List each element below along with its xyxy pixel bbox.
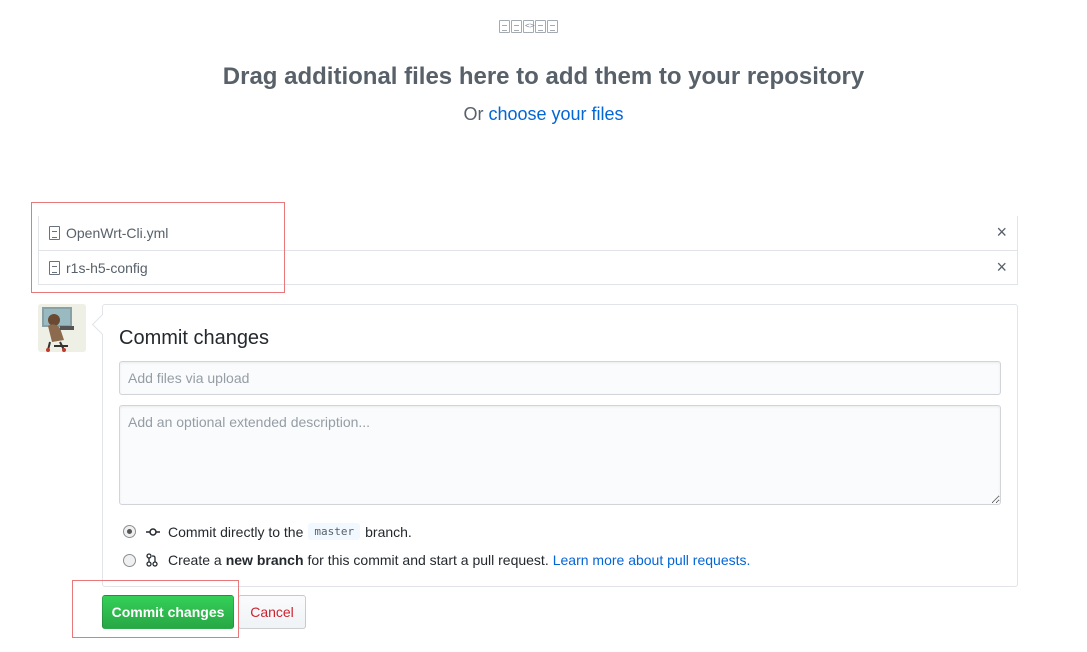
file-icon: [499, 20, 510, 33]
cancel-button[interactable]: Cancel: [238, 595, 306, 629]
remove-file-icon[interactable]: ×: [996, 258, 1007, 276]
file-icon: [49, 260, 60, 275]
file-type-icons: <>: [499, 20, 558, 33]
commit-description-input[interactable]: [119, 405, 1001, 505]
commit-direct-prefix: Commit directly to the: [168, 523, 304, 540]
commit-changes-button[interactable]: Commit changes: [102, 595, 234, 629]
file-name: r1s-h5-config: [66, 259, 148, 276]
file-binary-icon: [511, 20, 522, 33]
file-row: OpenWrt-Cli.yml ×: [39, 216, 1017, 250]
commit-summary-input[interactable]: [119, 361, 1001, 395]
file-icon: [49, 226, 60, 240]
avatar: [38, 304, 86, 352]
new-branch-prefix: Create a: [168, 552, 222, 568]
new-branch-suffix: for this commit and start a pull request…: [307, 552, 549, 568]
file-text-icon: [535, 20, 546, 33]
commit-direct-option[interactable]: Commit directly to the master branch.: [123, 523, 412, 540]
file-name: OpenWrt-Cli.yml: [66, 225, 169, 241]
commit-title: Commit changes: [119, 327, 270, 349]
drop-zone-subtitle: Or choose your files: [0, 104, 1087, 125]
file-media-icon: [547, 20, 558, 33]
commit-direct-radio[interactable]: [123, 525, 136, 538]
commit-direct-suffix: branch.: [365, 523, 412, 540]
new-branch-bold: new branch: [225, 552, 304, 568]
git-pull-request-icon: [146, 553, 162, 567]
or-text: Or: [463, 104, 484, 124]
commit-form: Commit changes Commit directly to the ma…: [102, 304, 1018, 587]
uploaded-file-list: OpenWrt-Cli.yml × r1s-h5-config ×: [38, 216, 1018, 285]
file-code-icon: <>: [523, 20, 535, 33]
git-commit-icon: [146, 527, 162, 537]
new-branch-radio[interactable]: [123, 553, 136, 567]
pull-request-help-link[interactable]: Learn more about pull requests.: [553, 552, 751, 568]
drop-zone-title: Drag additional files here to add them t…: [222, 63, 865, 90]
file-row: r1s-h5-config ×: [39, 250, 1017, 284]
branch-name: master: [308, 523, 361, 540]
remove-file-icon[interactable]: ×: [996, 223, 1007, 241]
choose-files-link[interactable]: choose your files: [488, 104, 623, 124]
new-branch-option[interactable]: Create a new branch for this commit and …: [123, 552, 750, 568]
